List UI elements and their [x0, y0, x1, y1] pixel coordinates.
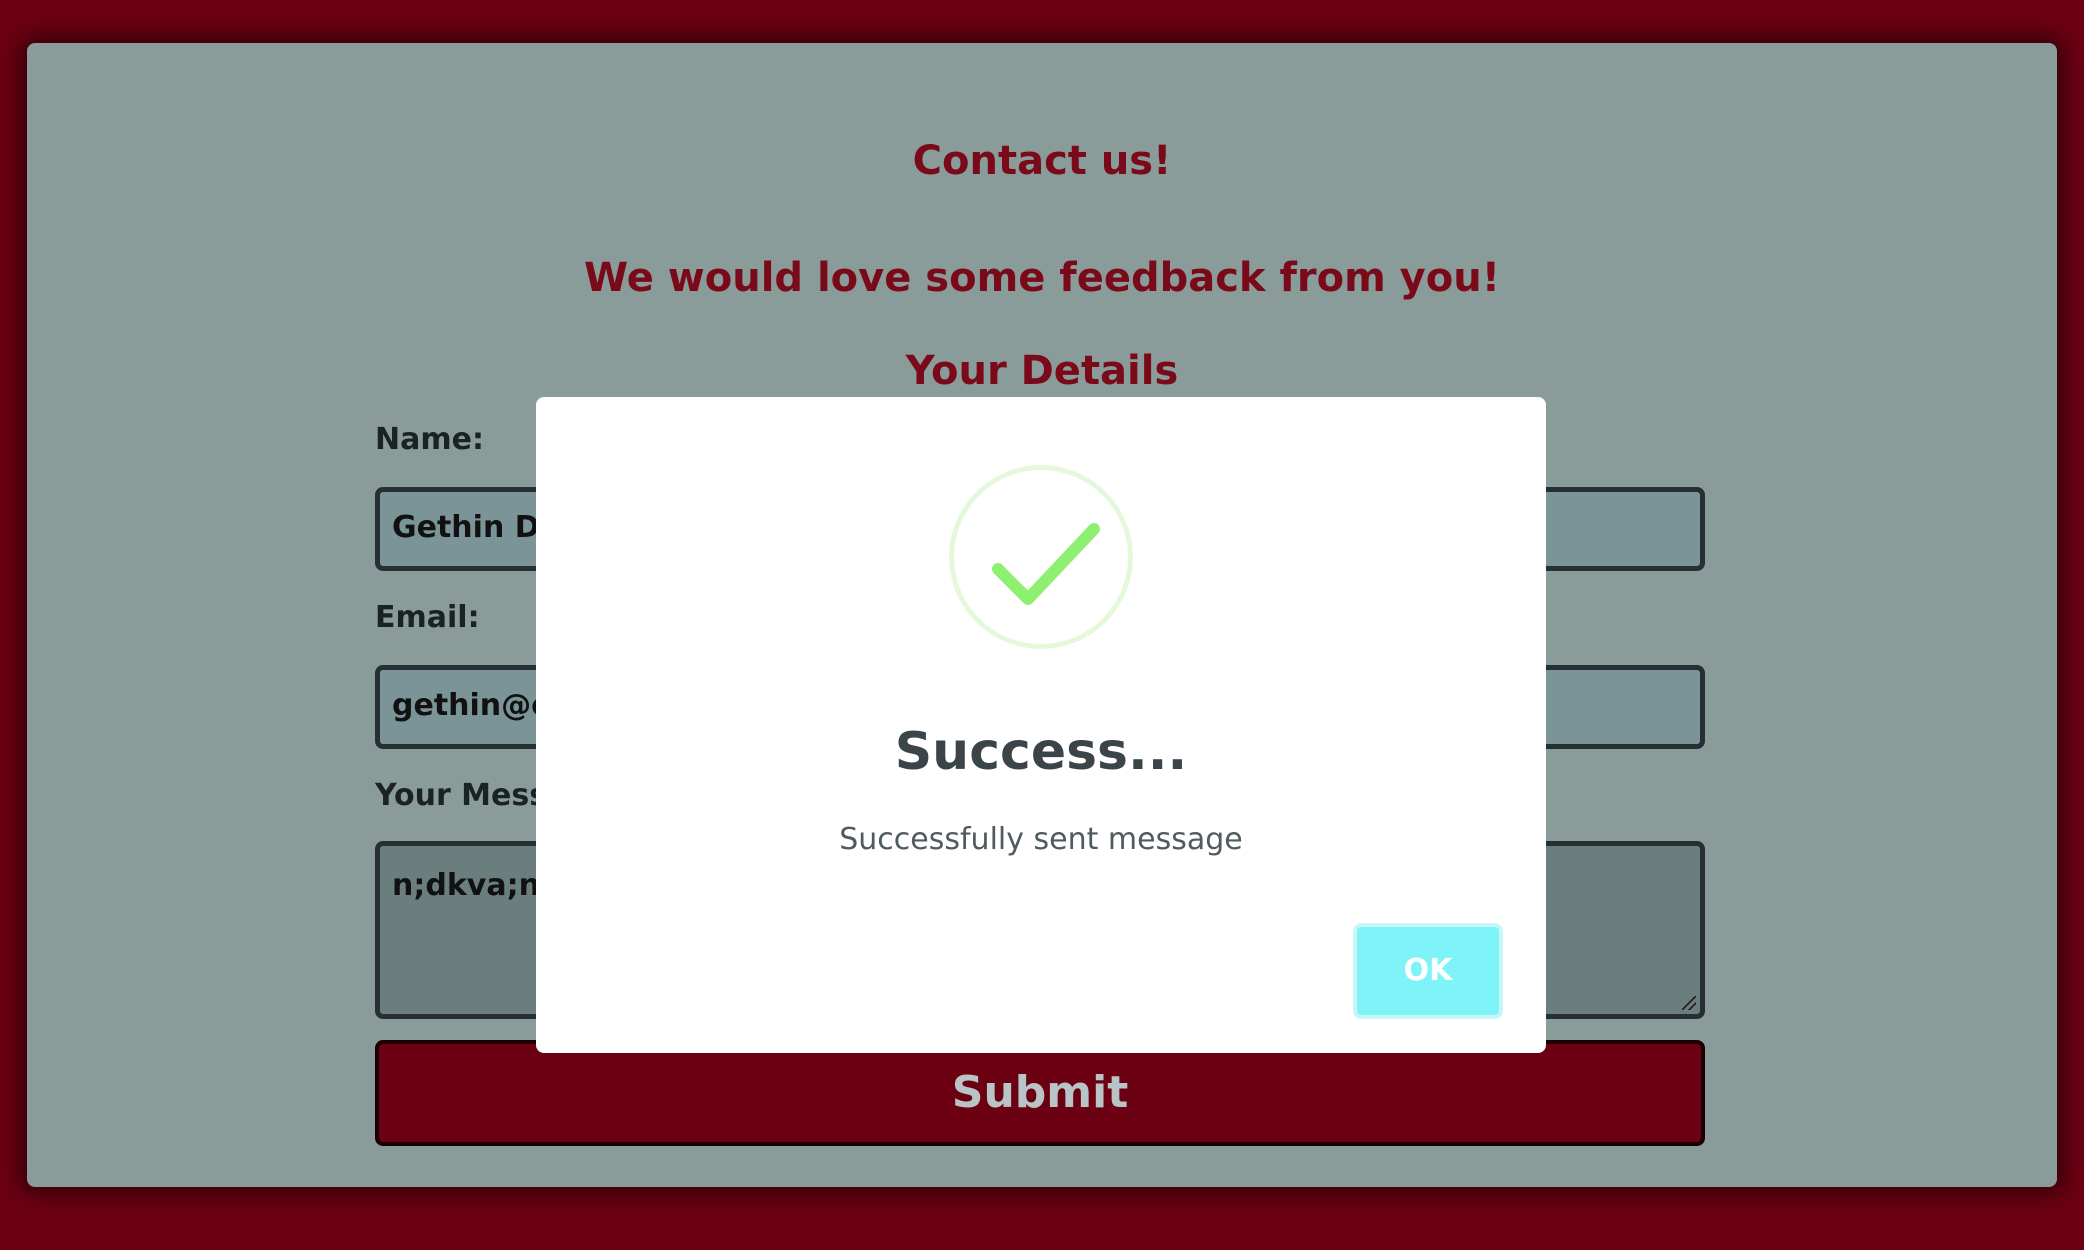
dialog-message: Successfully sent message	[839, 822, 1243, 857]
modal-overlay: Success... Successfully sent message OK	[0, 0, 2084, 1250]
success-dialog: Success... Successfully sent message OK	[536, 397, 1546, 1053]
dialog-title: Success...	[894, 722, 1188, 782]
success-check-icon	[949, 465, 1133, 649]
ok-button[interactable]: OK	[1353, 923, 1503, 1019]
